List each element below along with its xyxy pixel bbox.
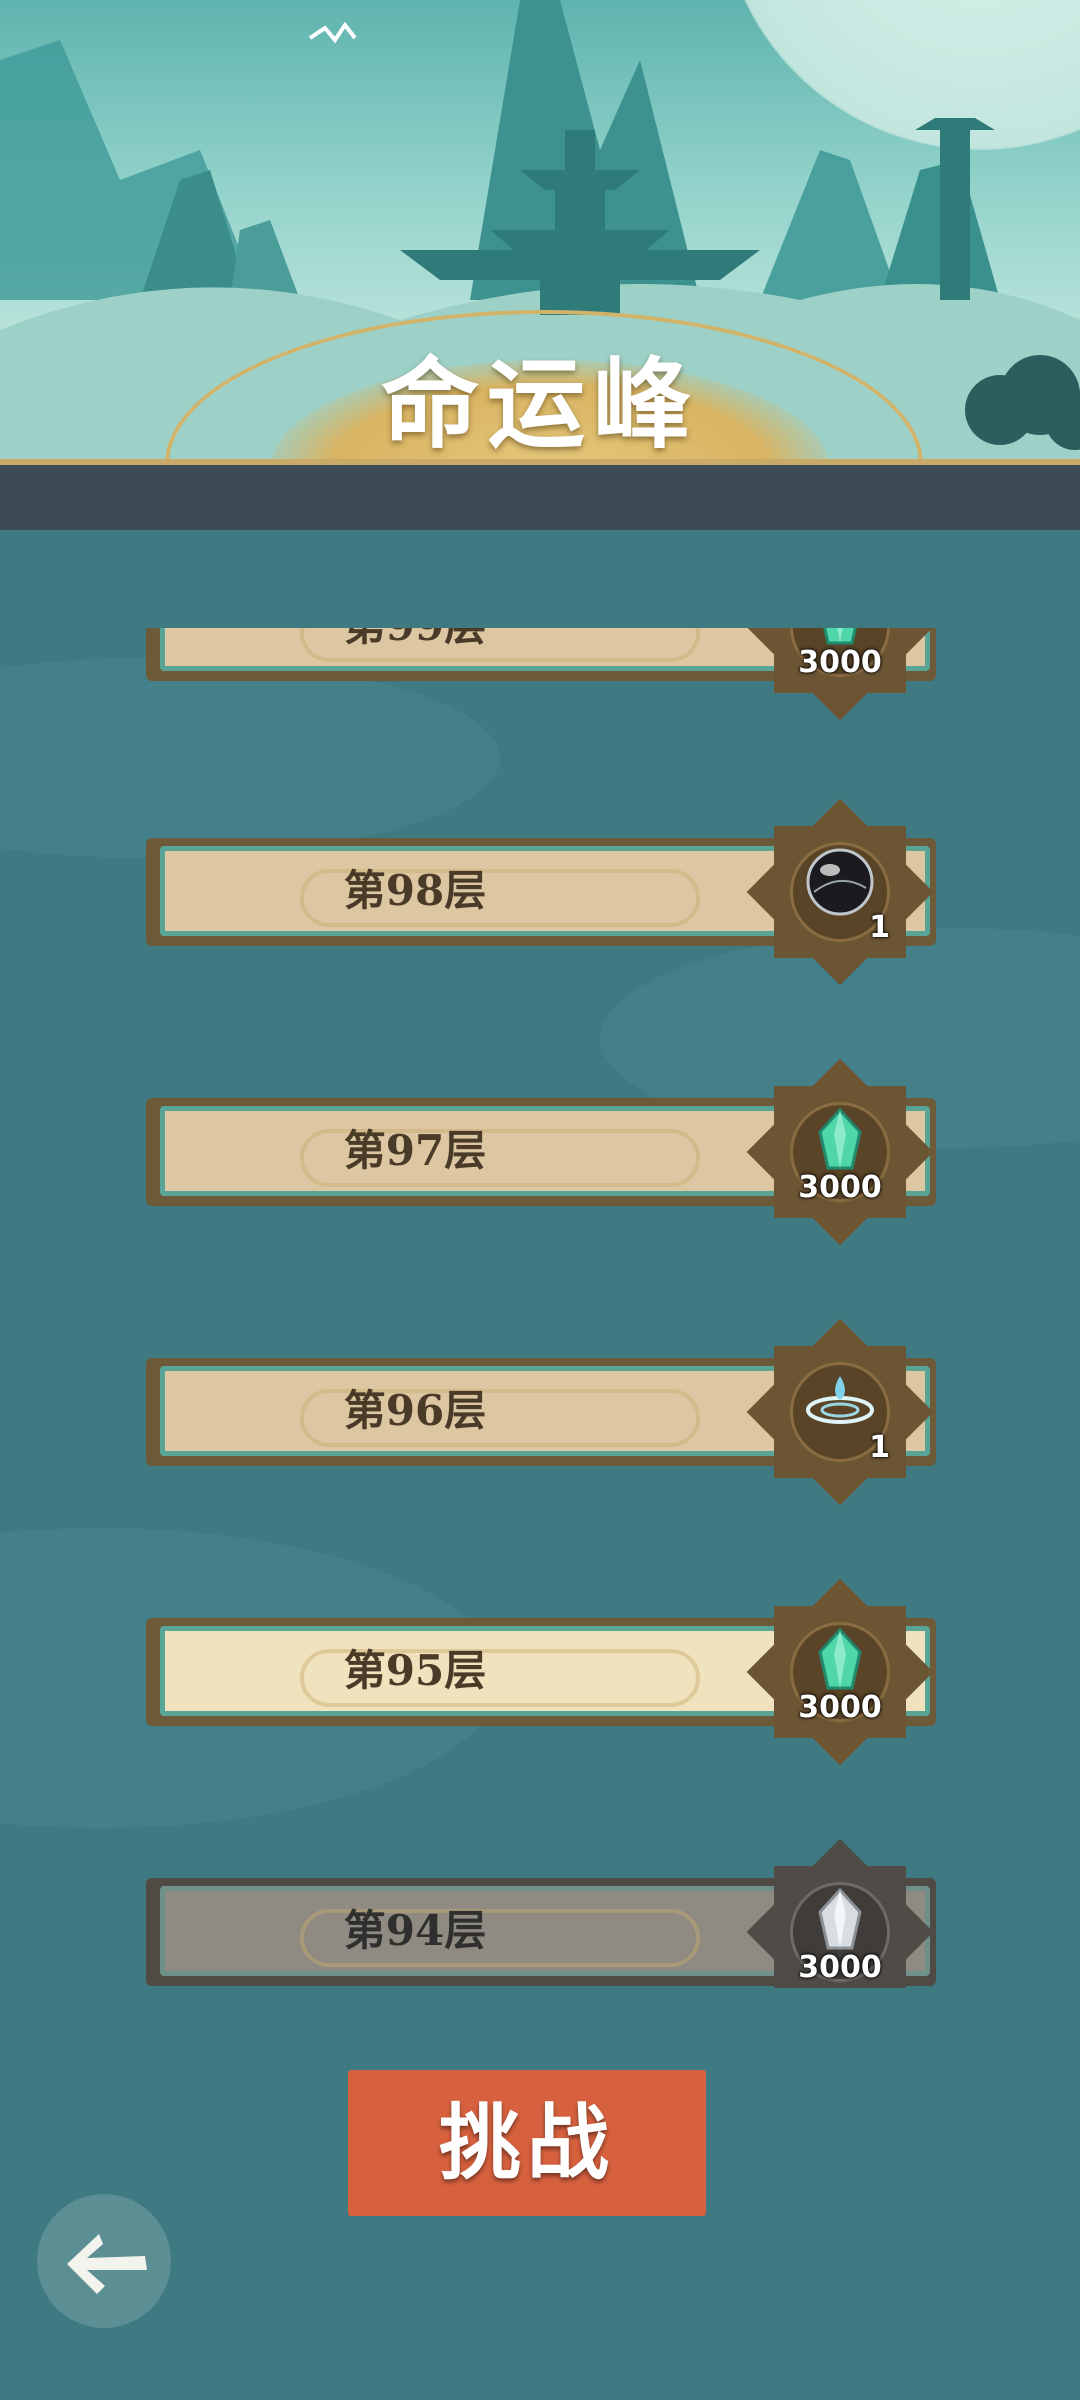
floor-label: 第95层 [343, 1646, 487, 1695]
floor-label: 第99层 [165, 628, 665, 666]
reward-badge[interactable]: 3000 [746, 1058, 934, 1246]
background-cloud [0, 658, 500, 858]
floor-item-99[interactable]: 第99层 3000 [146, 628, 940, 721]
page-title: 命运峰 [380, 347, 699, 462]
floor-item-94[interactable]: 第94层 3000 [146, 1838, 940, 1988]
reward-count: 1 [869, 910, 890, 945]
reward-count: 3000 [798, 1690, 882, 1725]
floor-item-95[interactable]: 第95层 3000 [146, 1578, 940, 1766]
reward-badge[interactable]: 1 [746, 1318, 934, 1506]
floor-item-96[interactable]: 第96层 1 [146, 1318, 940, 1506]
reward-badge[interactable]: 3000 [746, 1578, 934, 1766]
floor-item-97[interactable]: 第97层 3000 [146, 1058, 940, 1246]
header-bar [0, 465, 1080, 530]
reward-badge[interactable]: 1 [746, 798, 934, 986]
back-arrow-icon [67, 2234, 147, 2294]
reward-count: 3000 [798, 1950, 882, 1985]
floor-list[interactable]: 第99层 3000 第98层 [0, 628, 1080, 1988]
back-button[interactable] [37, 2194, 171, 2328]
header-scenery: 命运峰 [0, 0, 1080, 465]
floor-label: 第94层 [343, 1906, 487, 1955]
reward-count: 3000 [798, 1170, 882, 1205]
reward-count: 3000 [798, 645, 882, 680]
floor-item-98[interactable]: 第98层 1 [146, 798, 940, 986]
floor-label: 第97层 [343, 1126, 487, 1175]
challenge-button[interactable]: 挑战 [348, 2070, 706, 2216]
reward-badge[interactable]: 3000 [746, 628, 934, 721]
floor-label: 第96层 [343, 1386, 487, 1435]
reward-badge[interactable]: 3000 [746, 1838, 934, 1988]
floor-label: 第98层 [343, 866, 487, 915]
reward-count: 1 [869, 1430, 890, 1465]
